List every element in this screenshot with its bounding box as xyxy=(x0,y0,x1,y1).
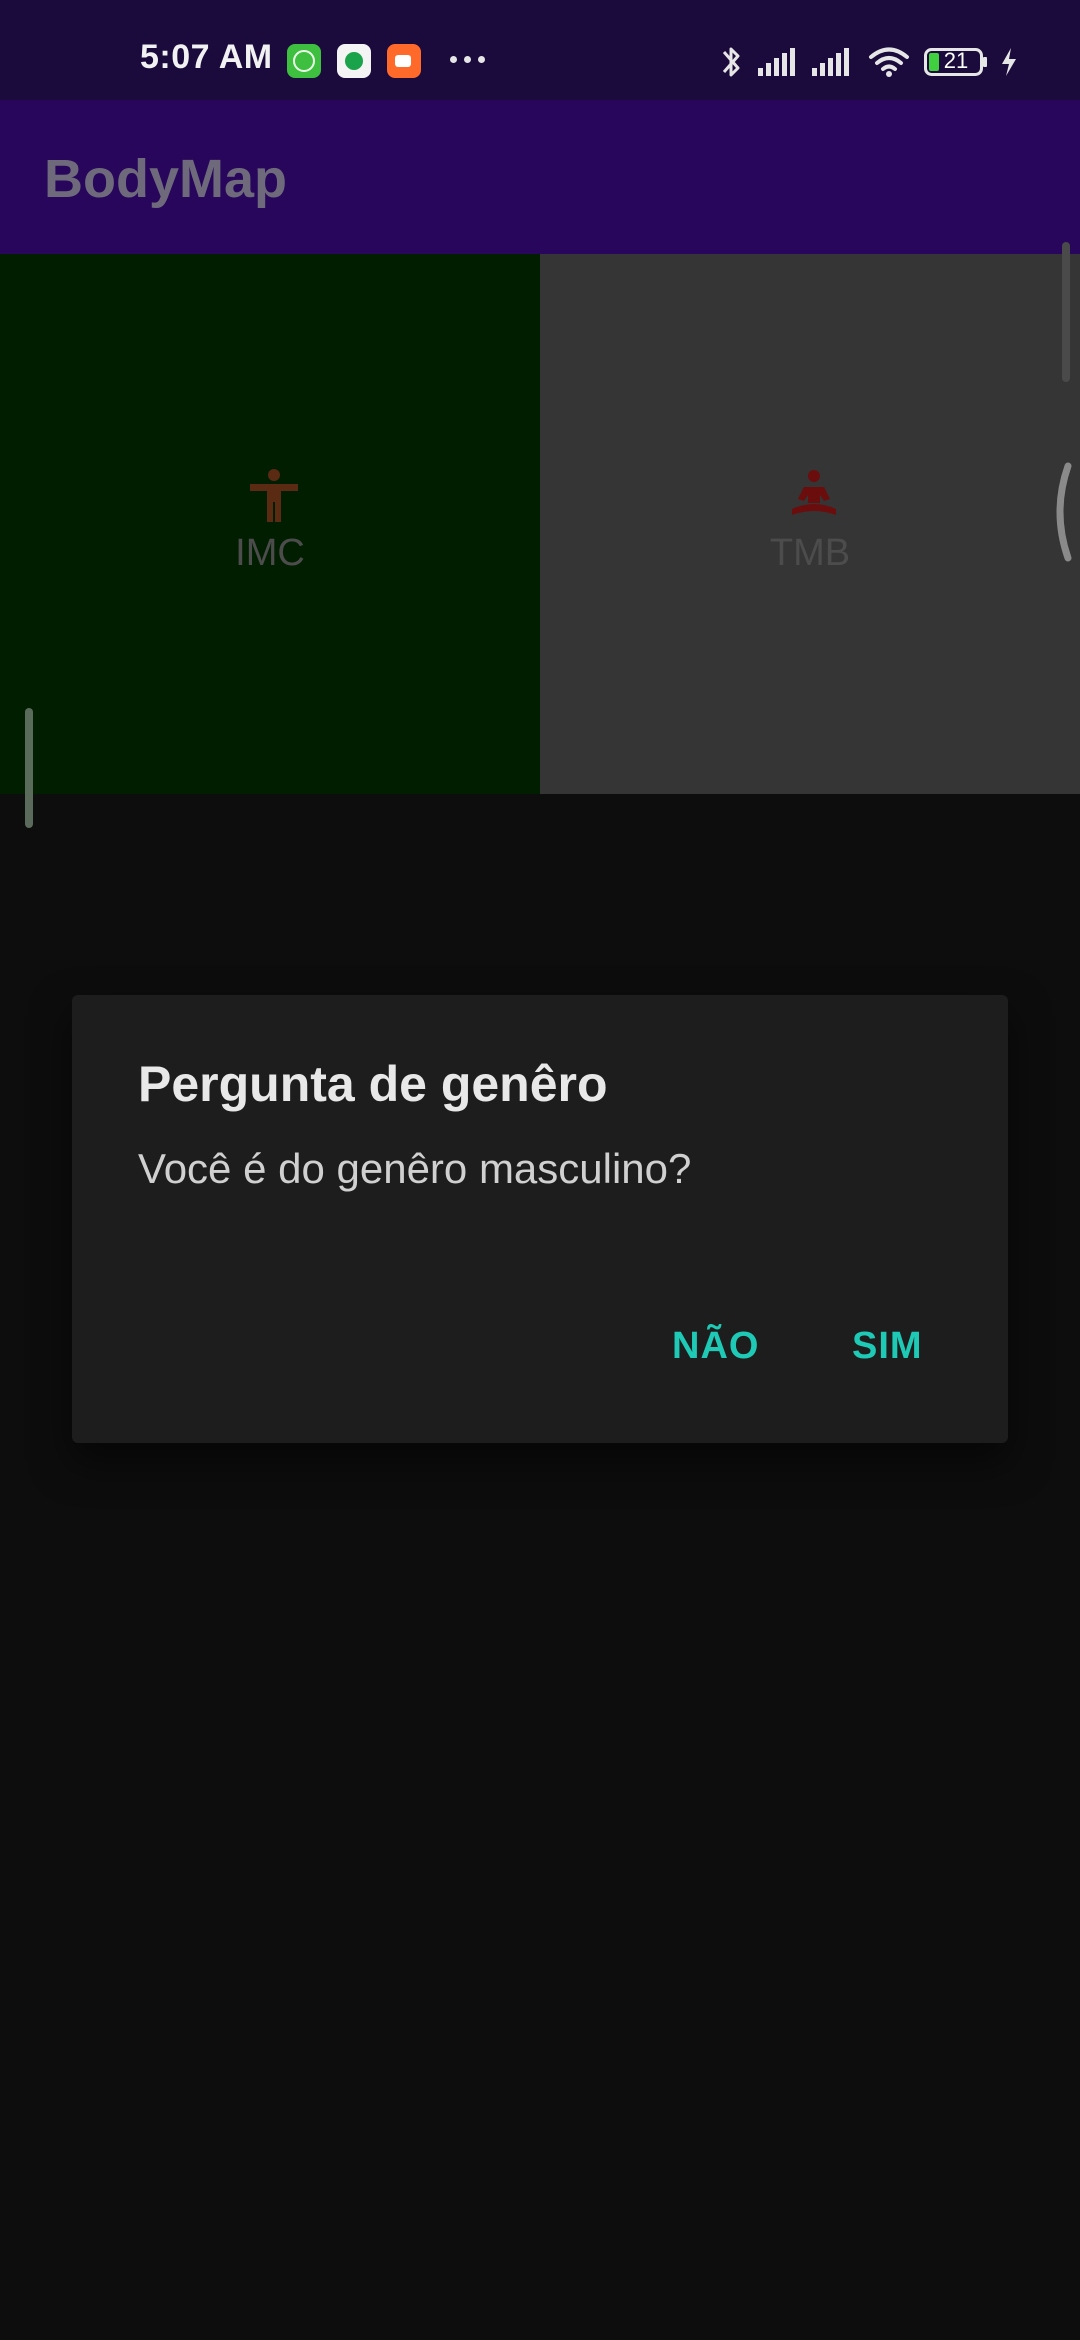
signal-icon xyxy=(758,48,795,76)
dialog-title: Pergunta de genêro xyxy=(138,1056,608,1112)
tmb-label: TMB xyxy=(769,532,851,574)
app-title: BodyMap xyxy=(44,149,287,209)
imc-tile[interactable]: IMC xyxy=(0,254,540,828)
imc-label: IMC xyxy=(235,532,305,574)
edge-swipe-handle-left[interactable] xyxy=(25,708,33,828)
video-call-icon xyxy=(387,44,421,78)
more-notifications-icon xyxy=(450,56,490,66)
cat-app-icon xyxy=(287,44,321,78)
scrollbar[interactable] xyxy=(1062,242,1070,382)
app-bar: BodyMap xyxy=(0,100,1080,254)
signal-icon xyxy=(812,48,849,76)
dialog-message: Você é do genêro masculino? xyxy=(138,1145,692,1192)
gender-dialog: Pergunta de genêro Você é do genêro masc… xyxy=(72,995,1008,1443)
battery-icon: 21 xyxy=(924,48,988,76)
yes-button[interactable]: SIM xyxy=(832,1315,943,1378)
k-app-icon xyxy=(337,44,371,78)
status-time: 5:07 AM xyxy=(140,38,273,76)
charging-icon xyxy=(1002,48,1016,76)
bluetooth-icon xyxy=(722,47,740,77)
meditation-icon xyxy=(792,470,836,515)
status-bar: 5:07 AM 21 xyxy=(0,0,1080,100)
tmb-tile[interactable]: TMB xyxy=(540,254,1080,794)
edge-swipe-handle-right[interactable] xyxy=(1048,462,1072,562)
no-button[interactable]: NÃO xyxy=(652,1315,779,1378)
battery-level: 21 xyxy=(943,48,969,73)
accessibility-person-icon xyxy=(250,469,298,522)
wifi-icon xyxy=(869,47,909,77)
